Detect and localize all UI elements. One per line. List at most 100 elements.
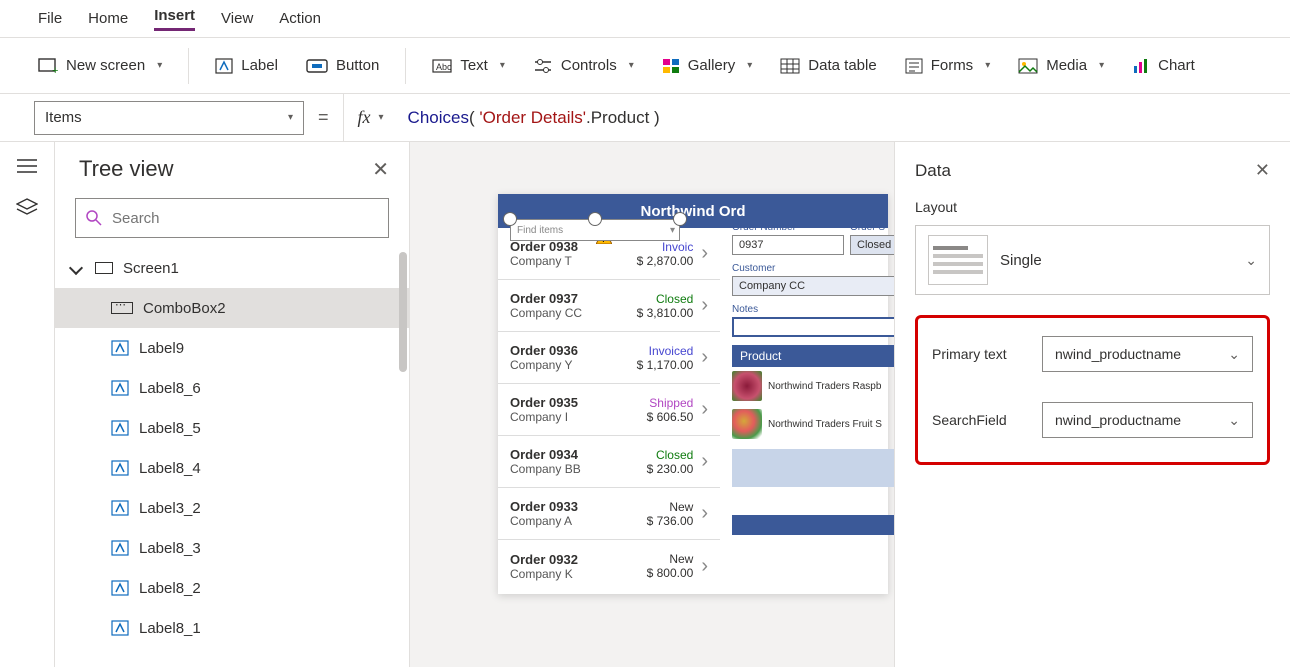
controls-dropdown[interactable]: Controls ▾ xyxy=(523,51,644,80)
search-icon xyxy=(86,210,102,226)
data-table-button[interactable]: Data table xyxy=(770,51,886,80)
media-dropdown[interactable]: Media ▾ xyxy=(1008,51,1114,80)
chevron-right-icon: › xyxy=(701,450,708,473)
menu-insert[interactable]: Insert xyxy=(154,7,195,31)
media-icon xyxy=(1018,58,1038,74)
property-selector[interactable]: Items ▾ xyxy=(34,101,304,135)
order-row[interactable]: Order 0934Company BB Closed$ 230.00 › xyxy=(498,436,720,488)
tree-item-label8-5[interactable]: Label8_5 xyxy=(55,408,409,448)
text-icon: Abc xyxy=(432,59,452,73)
product-row[interactable]: Northwind Traders Fruit S xyxy=(732,405,900,443)
search-field-dropdown[interactable]: nwind_productname ⌄ xyxy=(1042,402,1253,438)
menu-action[interactable]: Action xyxy=(279,10,321,27)
product-row[interactable]: Northwind Traders Raspb xyxy=(732,367,900,405)
ribbon-data-table-label: Data table xyxy=(808,57,876,74)
chevron-right-icon: › xyxy=(701,398,708,421)
chevron-right-icon: › xyxy=(701,242,708,265)
new-screen-icon: + xyxy=(38,58,58,74)
tree-search[interactable] xyxy=(75,198,389,238)
tree-item-label8-4[interactable]: Label8_4 xyxy=(55,448,409,488)
tree-item-label: Screen1 xyxy=(123,260,179,277)
tree-item-label: Label8_6 xyxy=(139,380,201,397)
tree-item-screen[interactable]: Screen1 xyxy=(55,248,409,288)
close-icon[interactable]: ✕ xyxy=(372,157,389,182)
combobox-placeholder: Find items xyxy=(517,225,563,236)
label-icon xyxy=(111,500,129,516)
button-button[interactable]: Button xyxy=(296,51,389,80)
company-name: Company I xyxy=(510,410,623,424)
menu-file[interactable]: File xyxy=(38,10,62,27)
tree-item-label9[interactable]: Label9 xyxy=(55,328,409,368)
new-screen-button[interactable]: + New screen ▾ xyxy=(28,51,172,80)
ribbon-forms-label: Forms xyxy=(931,57,974,74)
menubar: File Home Insert View Action xyxy=(0,0,1290,38)
main-area: Tree view ✕ Screen1 ComboBox2 Label9 xyxy=(0,142,1290,667)
tree-item-label: Label9 xyxy=(139,340,184,357)
tree-item-label8-1[interactable]: Label8_1 xyxy=(55,608,409,648)
detail-bar xyxy=(732,515,900,535)
chevron-down-icon[interactable]: ▾ xyxy=(379,112,384,123)
ribbon-text-label: Text xyxy=(460,57,488,74)
customer-field[interactable]: Company CC xyxy=(732,276,900,296)
canvas[interactable]: Northwind Ord Find items ! Order 0938Com… xyxy=(410,142,1290,667)
selection-handle[interactable] xyxy=(673,212,687,226)
primary-text-dropdown[interactable]: nwind_productname ⌄ xyxy=(1042,336,1253,372)
tree-item-label: Label8_2 xyxy=(139,580,201,597)
scrollbar[interactable] xyxy=(399,252,407,372)
tree-item-label8-2[interactable]: Label8_2 xyxy=(55,568,409,608)
menu-view[interactable]: View xyxy=(221,10,253,27)
tree-panel: Tree view ✕ Screen1 ComboBox2 Label9 xyxy=(55,142,410,667)
hamburger-icon[interactable] xyxy=(15,154,39,178)
chevron-down-icon: ▾ xyxy=(288,112,293,123)
layers-icon[interactable] xyxy=(15,196,39,220)
text-dropdown[interactable]: Abc Text ▾ xyxy=(422,51,515,80)
chevron-down-icon: ⌄ xyxy=(1245,252,1257,269)
order-number: Order 0934 xyxy=(510,447,623,462)
order-row[interactable]: Order 0936Company Y Invoiced$ 1,170.00 › xyxy=(498,332,720,384)
product-section-header: Product xyxy=(732,345,900,367)
notes-field[interactable] xyxy=(732,317,900,337)
order-row[interactable]: Order 0932Company K New$ 800.00 › xyxy=(498,540,720,592)
tree-item-combobox[interactable]: ComboBox2 xyxy=(55,288,409,328)
product-thumbnail xyxy=(732,409,762,439)
primary-text-value: nwind_productname xyxy=(1055,346,1181,362)
status-badge[interactable]: Closed xyxy=(850,235,900,255)
label-icon xyxy=(111,380,129,396)
selection-handle[interactable] xyxy=(588,212,602,226)
formula-bar: Items ▾ = fx ▾ Choices( 'Order Details'.… xyxy=(0,94,1290,142)
order-number: Order 0936 xyxy=(510,343,623,358)
chevron-down-icon: ▾ xyxy=(500,60,505,71)
chevron-right-icon: › xyxy=(701,346,708,369)
tree-item-label8-3[interactable]: Label8_3 xyxy=(55,528,409,568)
chart-dropdown[interactable]: Chart xyxy=(1122,51,1205,80)
order-status: Closed xyxy=(623,448,693,462)
product-name: Northwind Traders Fruit S xyxy=(768,419,882,430)
search-input[interactable] xyxy=(112,210,378,227)
formula-input[interactable]: Choices( 'Order Details'.Product ) xyxy=(408,108,660,128)
chevron-down-icon: ▾ xyxy=(629,60,634,71)
layout-selector[interactable]: Single ⌄ xyxy=(915,225,1270,295)
selection-handle[interactable] xyxy=(503,212,517,226)
caret-icon xyxy=(69,261,83,275)
order-number-field[interactable]: 0937 xyxy=(732,235,844,255)
tree-item-label: ComboBox2 xyxy=(143,300,226,317)
order-row[interactable]: Order 0935Company I Shipped$ 606.50 › xyxy=(498,384,720,436)
order-row[interactable]: Order 0933Company A New$ 736.00 › xyxy=(498,488,720,540)
order-amount: $ 3,810.00 xyxy=(623,306,693,320)
order-status: Closed xyxy=(623,292,693,306)
order-amount: $ 1,170.00 xyxy=(623,358,693,372)
forms-dropdown[interactable]: Forms ▾ xyxy=(895,51,1001,80)
tree-item-label: Label8_1 xyxy=(139,620,201,637)
close-icon[interactable]: ✕ xyxy=(1255,160,1270,181)
label-icon xyxy=(111,580,129,596)
gallery-dropdown[interactable]: Gallery ▾ xyxy=(652,51,763,80)
order-row[interactable]: Order 0937Company CC Closed$ 3,810.00 › xyxy=(498,280,720,332)
tree-title: Tree view xyxy=(79,156,174,182)
formula-field: .Product xyxy=(586,108,649,127)
order-status: New xyxy=(623,500,693,514)
label-button[interactable]: Label xyxy=(205,51,288,80)
ribbon: + New screen ▾ Label Button Abc Text ▾ C… xyxy=(0,38,1290,94)
tree-item-label8-6[interactable]: Label8_6 xyxy=(55,368,409,408)
tree-item-label3-2[interactable]: Label3_2 xyxy=(55,488,409,528)
menu-home[interactable]: Home xyxy=(88,10,128,27)
